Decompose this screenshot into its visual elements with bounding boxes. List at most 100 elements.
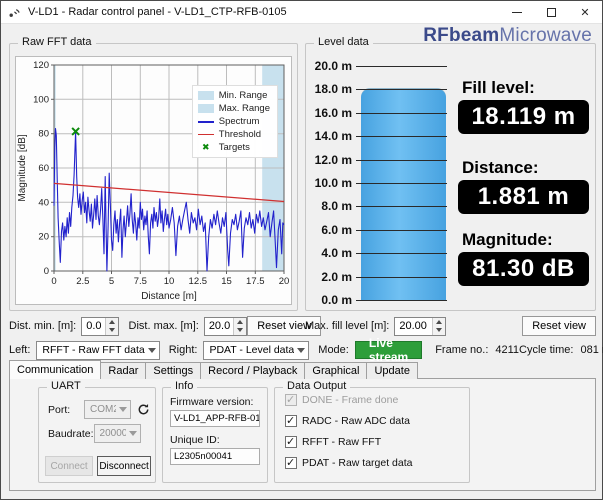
info-group-title: Info: [171, 380, 198, 392]
uart-group: UART Port: COM23 Baudrate: 2000000: [38, 380, 156, 483]
chart-legend: Min. Range Max. Range Spectrum Threshold ✖ Ta…: [191, 85, 278, 158]
reset-view-right-button[interactable]: Reset view: [522, 316, 596, 336]
distance-label: Distance:: [462, 158, 539, 177]
dist-max-down-icon[interactable]: [234, 326, 246, 335]
svg-text:5: 5: [109, 276, 114, 287]
unique-id-label: Unique ID:: [170, 434, 220, 446]
max-fill-label: Max. fill level [m]:: [305, 320, 390, 332]
tab-graphical[interactable]: Graphical: [304, 362, 368, 379]
communication-tab-panel: UART Port: COM23 Baudrate: 2000000: [9, 378, 596, 491]
raw-fft-group-title: Raw FFT data: [18, 36, 96, 48]
gauge-tick-label: 14.0 m: [314, 129, 352, 144]
legend-entry: Max. Range: [197, 103, 270, 114]
dist-max-label: Dist. max. [m]:: [128, 320, 199, 332]
port-select: COM23: [84, 400, 131, 419]
gauge-tick-line: [356, 112, 447, 114]
tab-update[interactable]: Update: [366, 362, 418, 379]
svg-text:Magnitude [dB]: Magnitude [dB]: [17, 134, 28, 201]
dist-min-label: Dist. min. [m]:: [9, 320, 77, 332]
port-label: Port:: [48, 403, 71, 416]
done-checkbox: [285, 393, 297, 406]
gauge-tick-label: 10.0 m: [314, 176, 352, 190]
firmware-version-field: V-LD1_APP-RFB-0105: [170, 410, 260, 427]
app-icon: [8, 5, 22, 19]
tab-communication[interactable]: Communication: [9, 360, 102, 379]
frame-no-value: 4211: [495, 344, 520, 356]
svg-text:20: 20: [38, 232, 49, 243]
mode-row: Left: RFFT - Raw FFT data Right: PDAT - …: [9, 336, 603, 364]
gauge-tick-label: 2.0 m: [321, 269, 352, 284]
gauge-tick-label: 16.0 m: [314, 105, 352, 120]
svg-text:40: 40: [38, 197, 49, 208]
baudrate-select: 2000000: [93, 424, 141, 443]
dist-max-up-icon[interactable]: [234, 318, 246, 327]
disconnect-button[interactable]: Disconnect: [97, 456, 151, 476]
gauge-tick-line: [356, 66, 447, 67]
svg-text:0: 0: [44, 266, 49, 277]
svg-text:60: 60: [38, 163, 49, 174]
baudrate-label: Baudrate:: [48, 427, 94, 440]
rfft-checkbox[interactable]: [285, 435, 297, 448]
app-window: V-LD1 - Radar control panel - V-LD1_CTP-…: [0, 0, 603, 500]
dist-min-down-icon[interactable]: [106, 326, 118, 335]
done-checkbox-label: DONE - Frame done: [302, 394, 399, 406]
gauge-tick-label: 8.0 m: [321, 199, 352, 214]
gauge-tick-line: [356, 159, 447, 161]
info-group: Info Firmware version: V-LD1_APP-RFB-010…: [162, 380, 268, 483]
pdat-checkbox[interactable]: [285, 456, 297, 469]
readouts: Fill level: 18.119 m Distance: 1.881 m M…: [458, 44, 589, 310]
tank-fill-bar: [361, 88, 446, 300]
svg-text:12.5: 12.5: [189, 276, 208, 287]
frame-no-label: Frame no.:: [435, 344, 489, 356]
rfft-checkbox-label: RFFT - Raw FFT: [302, 436, 382, 448]
legend-entry: Spectrum: [197, 116, 270, 127]
connect-button: Connect: [45, 456, 94, 476]
window-title: V-LD1 - Radar control panel - V-LD1_CTP-…: [28, 6, 287, 18]
max-fill-spinner[interactable]: 20.00: [394, 316, 447, 336]
right-view-select[interactable]: PDAT - Level data: [203, 340, 310, 360]
gauge-tick-line: [356, 89, 447, 91]
gauge-tick-line: [356, 206, 447, 208]
maximize-button[interactable]: [534, 1, 568, 23]
magnitude-label: Magnitude:: [462, 230, 553, 249]
fill-level-label: Fill level:: [462, 78, 535, 97]
close-button[interactable]: ✕: [568, 1, 602, 23]
cycle-time-label: Cycle time:: [519, 344, 574, 356]
max-fill-down-icon[interactable]: [433, 326, 445, 335]
level-data-group-title: Level data: [314, 36, 373, 48]
fill-level-value: 18.119 m: [458, 100, 589, 134]
tab-radar[interactable]: Radar: [100, 362, 147, 379]
gauge-tick-line: [356, 136, 447, 138]
magnitude-value: 81.30 dB: [458, 252, 589, 286]
dist-min-spinner[interactable]: 0.0: [81, 316, 119, 336]
level-data-group: Level data 20.0 m 18.0 m 16.0 m 14.0 m 12.0 …: [305, 36, 596, 311]
tab-bar: Communication Radar Settings Record / Pl…: [9, 360, 418, 379]
chevron-down-icon: [294, 344, 308, 357]
svg-text:Distance [m]: Distance [m]: [141, 291, 197, 302]
radc-checkbox-label: RADC - Raw ADC data: [302, 415, 410, 427]
tab-record-playback[interactable]: Record / Playback: [200, 362, 306, 379]
gauge-tick-label: 4.0 m: [321, 246, 352, 261]
fft-chart[interactable]: 0 2.5 5 7.5 10 12.5 15 17.5 20 0 20 40 60 80 100 120 Dis…: [15, 56, 292, 305]
gauge-tick-label: 12.0 m: [314, 152, 352, 167]
gauge-tick-label: 6.0 m: [321, 222, 352, 237]
radc-checkbox[interactable]: [285, 414, 297, 427]
svg-text:7.5: 7.5: [134, 276, 147, 287]
svg-text:2.5: 2.5: [76, 276, 89, 287]
left-view-label: Left:: [9, 344, 31, 356]
fft-controls-row: Dist. min. [m]: 0.0 Dist. max. [m]: 20.0…: [9, 316, 322, 336]
left-view-select[interactable]: RFFT - Raw FFT data: [36, 340, 160, 360]
dist-min-up-icon[interactable]: [106, 318, 118, 327]
level-gauge: 20.0 m 18.0 m 16.0 m 14.0 m 12.0 m 10.0 m 8.0 …: [310, 56, 458, 308]
gauge-tick-line: [356, 253, 447, 255]
svg-text:120: 120: [33, 60, 49, 71]
legend-entry: Threshold: [197, 129, 270, 140]
unique-id-field: L2305n00041: [170, 448, 260, 465]
dist-max-spinner[interactable]: 20.0: [203, 316, 248, 336]
tab-settings[interactable]: Settings: [145, 362, 202, 379]
minimize-button[interactable]: [500, 1, 534, 23]
svg-text:20: 20: [279, 276, 290, 287]
refresh-ports-icon[interactable]: [135, 402, 151, 418]
max-fill-up-icon[interactable]: [433, 318, 445, 327]
uart-group-title: UART: [47, 380, 85, 392]
